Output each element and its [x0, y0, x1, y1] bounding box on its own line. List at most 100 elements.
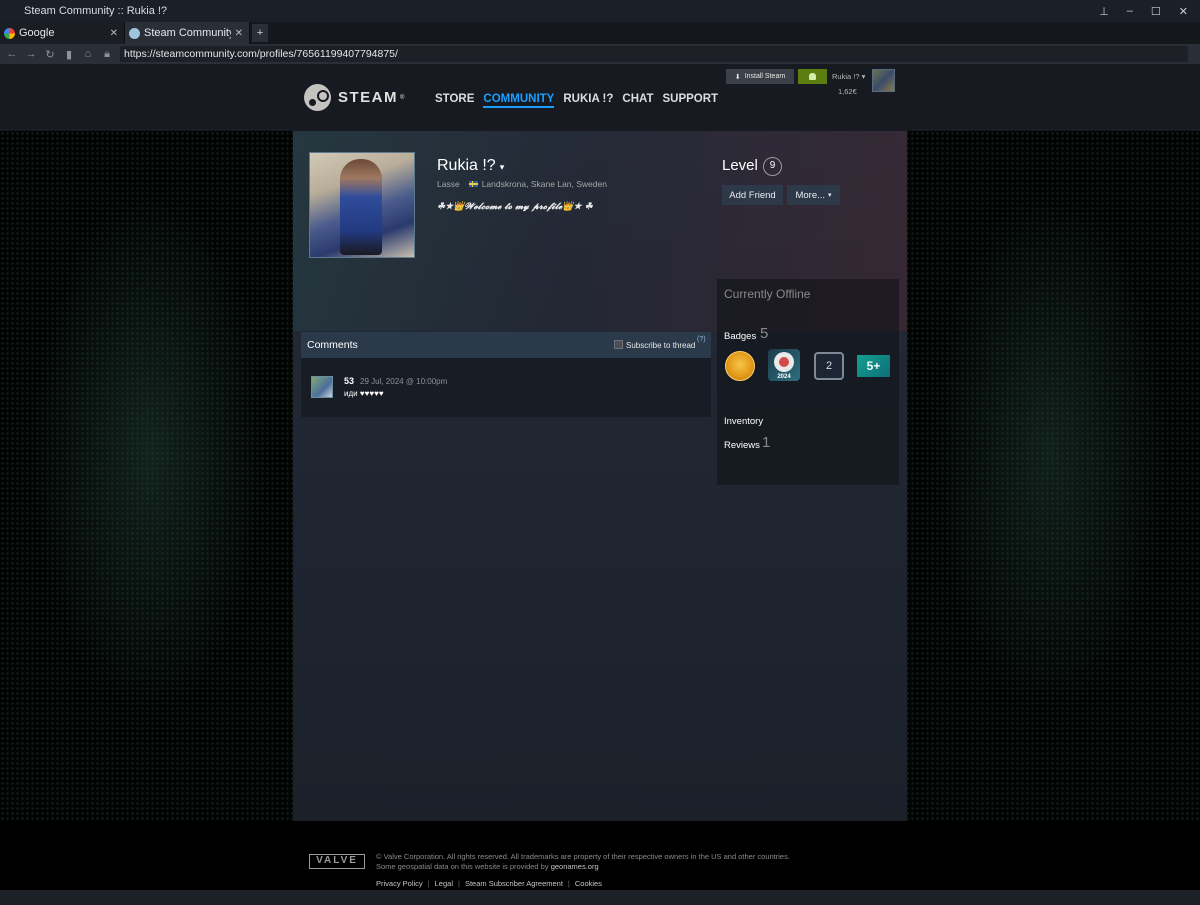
wallet-balance: 1,62€	[838, 87, 857, 96]
install-steam-button[interactable]: ⬇ Install Steam	[726, 69, 794, 84]
minimize-icon[interactable]: –	[1127, 5, 1133, 17]
real-name: Lasse	[437, 179, 460, 189]
chevron-down-icon: ▾	[828, 192, 832, 199]
profile-page: Rukia !? ▾ Lasse Landskrona, Skane Lan, S…	[293, 131, 907, 821]
privacy-policy-link[interactable]: Privacy Policy	[376, 879, 423, 888]
install-steam-label: Install Steam	[744, 73, 786, 80]
separator: |	[567, 879, 570, 888]
bell-icon	[809, 73, 816, 80]
more-button[interactable]: More... ▾	[787, 185, 840, 205]
comment-author[interactable]: 53	[344, 376, 354, 386]
google-icon	[4, 27, 15, 39]
nav-community[interactable]: COMMUNITY	[483, 93, 555, 108]
window-titlebar: Steam Community :: Rukia !? ⊥ – ☐ ✕	[0, 0, 1200, 22]
subscribe-help-link[interactable]: (?)	[697, 336, 706, 343]
tab-close-icon[interactable]: ✕	[235, 28, 243, 39]
inventory-link[interactable]: Inventory	[724, 416, 763, 427]
steam-logo-text: STEAM	[338, 89, 398, 106]
badges-count[interactable]: 5	[760, 325, 768, 342]
bookmark-icon[interactable]: ▮	[62, 48, 76, 61]
close-icon[interactable]: ✕	[1179, 5, 1188, 18]
profile-summary: ☘★👑𝓦𝓮𝓵𝓬𝓸𝓶𝓮 𝓽𝓸 𝓶𝔂 𝓹𝓻𝓸𝓯𝓲𝓵𝓮👑★ ☘	[437, 202, 593, 212]
persona-name: Rukia !?	[437, 157, 496, 174]
geo-credit-line: Some geospatial data on this website is …	[376, 862, 836, 872]
geo-credit-prefix: Some geospatial data on this website is …	[376, 862, 551, 871]
back-icon[interactable]: ←	[5, 48, 19, 60]
steam-2024-badge[interactable]: 2024	[768, 349, 800, 381]
nav-chat[interactable]: CHAT	[622, 93, 653, 108]
tab-label: Steam Community :: ...	[144, 27, 231, 39]
gold-coin-badge[interactable]	[725, 351, 755, 381]
profile-right-column: Currently Offline Badges 5 2024 2 5+ Inv…	[717, 279, 899, 485]
steam-icon	[129, 27, 140, 39]
legal-link[interactable]: Legal	[435, 879, 453, 888]
window-controls: ⊥ – ☐ ✕	[1099, 0, 1200, 22]
account-avatar[interactable]	[872, 69, 895, 92]
profile-avatar	[309, 152, 415, 258]
comments-title: Comments	[307, 339, 358, 351]
maximize-icon[interactable]: ☐	[1151, 5, 1161, 18]
url-input[interactable]: https://steamcommunity.com/profiles/7656…	[120, 46, 1188, 62]
reviews-link[interactable]: Reviews	[724, 440, 760, 451]
footer-links: Privacy Policy | Legal | Steam Subscribe…	[376, 879, 602, 888]
persona-name-menu[interactable]: Rukia !? ▾	[437, 157, 504, 175]
sweden-flag-icon	[468, 181, 478, 187]
notifications-button[interactable]	[798, 69, 827, 84]
separator: |	[427, 879, 430, 888]
nav-store[interactable]: STORE	[435, 93, 474, 108]
tab-google[interactable]: Google ✕	[0, 22, 125, 44]
cookies-link[interactable]: Cookies	[575, 879, 602, 888]
tab-bar: Google ✕ Steam Community :: ... ✕ +	[0, 22, 1200, 44]
comments-section: Comments Subscribe to thread (?) 53 29 J…	[301, 332, 711, 417]
comments-header: Comments Subscribe to thread (?)	[301, 332, 711, 358]
profile-real-name-location: Lasse Landskrona, Skane Lan, Sweden	[437, 179, 607, 189]
more-label: More...	[795, 189, 826, 201]
pin-icon[interactable]: ⊥	[1099, 5, 1109, 18]
game-collector-badge[interactable]: 5+	[857, 355, 890, 377]
nav-support[interactable]: SUPPORT	[662, 93, 718, 108]
online-status: Currently Offline	[724, 287, 811, 301]
avatar-photo	[340, 159, 382, 255]
window-title: Steam Community :: Rukia !?	[24, 5, 168, 17]
home-icon[interactable]: ⌂	[81, 48, 95, 60]
steam-logo[interactable]: STEAM ®	[304, 84, 404, 111]
years-badge[interactable]: 2	[814, 352, 844, 380]
new-tab-button[interactable]: +	[252, 24, 268, 42]
steam-logo-icon	[774, 352, 794, 372]
level-badge[interactable]: 9	[763, 157, 782, 176]
forward-icon[interactable]: →	[24, 48, 38, 60]
badge-year: 2024	[777, 374, 791, 380]
registered-mark: ®	[400, 94, 405, 101]
add-friend-button[interactable]: Add Friend	[722, 185, 783, 205]
tab-close-icon[interactable]: ✕	[110, 28, 118, 39]
main-nav: STORE COMMUNITY RUKIA !? CHAT SUPPORT	[435, 93, 718, 108]
comment-timestamp: 29 Jul, 2024 @ 10:00pm	[360, 377, 448, 386]
nav-profile[interactable]: RUKIA !?	[563, 93, 613, 108]
geonames-link[interactable]: geonames.org	[551, 862, 599, 871]
steam-header: STEAM ® STORE COMMUNITY RUKIA !? CHAT SU…	[0, 64, 1200, 131]
comment-text: иди ♥♥♥♥♥	[344, 389, 384, 398]
chevron-down-icon: ▾	[499, 162, 505, 172]
address-bar: ← → ↻ ▮ ⌂ 🔒︎ https://steamcommunity.com/…	[0, 44, 1200, 64]
copyright-text: © Valve Corporation. All rights reserved…	[376, 852, 836, 872]
subscriber-agreement-link[interactable]: Steam Subscriber Agreement	[465, 879, 563, 888]
copyright-line: © Valve Corporation. All rights reserved…	[376, 852, 790, 861]
tab-label: Google	[19, 27, 55, 39]
tab-steam[interactable]: Steam Community :: ... ✕	[125, 22, 250, 44]
steam-logo-icon	[304, 84, 331, 111]
horizontal-scrollbar[interactable]	[0, 890, 1200, 905]
comment-author-avatar[interactable]	[311, 376, 333, 398]
badges-link[interactable]: Badges	[724, 331, 756, 342]
download-icon: ⬇	[734, 73, 741, 81]
subscribe-checkbox[interactable]	[614, 340, 623, 349]
location: Landskrona, Skane Lan, Sweden	[481, 179, 607, 189]
subscribe-label[interactable]: Subscribe to thread	[626, 341, 695, 350]
valve-logo[interactable]: VALVE	[309, 854, 365, 869]
separator: |	[458, 879, 460, 888]
page-footer: VALVE © Valve Corporation. All rights re…	[0, 821, 1200, 890]
reload-icon[interactable]: ↻	[43, 48, 57, 61]
account-menu[interactable]: Rukia !? ▾	[832, 72, 865, 81]
reviews-count[interactable]: 1	[762, 434, 770, 451]
lock-icon: 🔒︎	[104, 47, 110, 60]
level-label: Level	[722, 157, 758, 174]
